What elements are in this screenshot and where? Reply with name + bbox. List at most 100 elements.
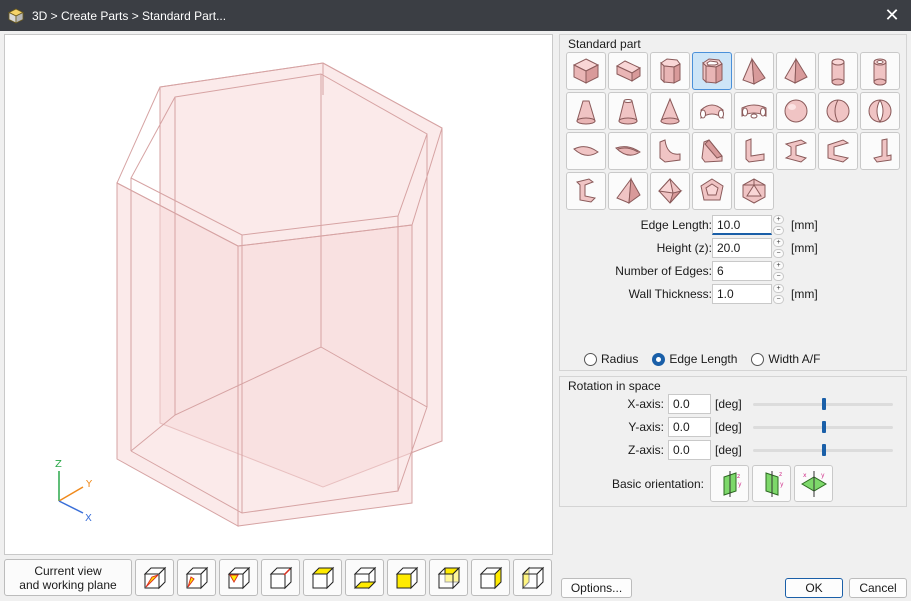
title-bar: 3D > Create Parts > Standard Part... ✕: [0, 0, 911, 31]
increment-icon[interactable]: +: [773, 261, 784, 270]
3d-viewport[interactable]: Z Y X: [4, 34, 553, 555]
part-cuboid-button[interactable]: [608, 52, 648, 90]
part-i-beam-button[interactable]: [776, 132, 816, 170]
wall-thickness-label: Wall Thickness:: [628, 287, 712, 301]
height-row: Height (z): 20.0 + − [mm]: [560, 238, 908, 258]
decrement-icon[interactable]: −: [773, 249, 784, 258]
orientation-xz-button[interactable]: zy: [710, 465, 749, 502]
pyramid-icon: [742, 57, 766, 85]
part-lens-button[interactable]: [566, 132, 606, 170]
pipe-tee-icon: [741, 104, 767, 119]
part-tube-button[interactable]: [860, 52, 900, 90]
number-of-edges-input[interactable]: 6: [712, 261, 772, 281]
close-icon[interactable]: ✕: [883, 6, 901, 24]
cone-icon: [660, 97, 680, 125]
x-axis-unit: [deg]: [715, 397, 742, 411]
svg-text:y: y: [738, 481, 742, 488]
part-prism-button[interactable]: [650, 52, 690, 90]
view-side-left-button[interactable]: [513, 559, 552, 596]
part-fillet-button[interactable]: [650, 132, 690, 170]
part-pyramid-frustum-button[interactable]: [734, 52, 774, 90]
part-hollow-prism-button[interactable]: [692, 52, 732, 90]
rotation-group: Rotation in space X-axis: 0.0 [deg] Y-ax…: [559, 376, 907, 507]
z-axis-label: Z-axis:: [628, 443, 664, 457]
y-axis-rotation-row: Y-axis: 0.0 [deg]: [560, 417, 908, 437]
radio-off-icon[interactable]: [584, 352, 597, 366]
part-hollow-cone-button[interactable]: [608, 92, 648, 130]
view-right-button[interactable]: [261, 559, 300, 596]
part-dish-button[interactable]: [608, 132, 648, 170]
view-working-plane-button[interactable]: [135, 559, 174, 596]
edge-length-row: Edge Length: 10.0 + − [mm]: [560, 215, 908, 235]
view-bottom-button[interactable]: [345, 559, 384, 596]
current-view-button[interactable]: Current view and working plane: [4, 559, 132, 596]
height-input[interactable]: 20.0: [712, 238, 772, 258]
decrement-icon[interactable]: −: [773, 226, 784, 235]
plane-yz-icon: zy: [765, 470, 784, 497]
view-side-right-button[interactable]: [471, 559, 510, 596]
height-spinner[interactable]: + −: [773, 238, 785, 258]
z-axis-input[interactable]: 0.0: [668, 440, 711, 460]
part-cylinder-button[interactable]: [818, 52, 858, 90]
part-cone-button[interactable]: [650, 92, 690, 130]
x-axis-rotation-row: X-axis: 0.0 [deg]: [560, 394, 908, 414]
view-front-left-button[interactable]: [177, 559, 216, 596]
part-spherical-shell-button[interactable]: [860, 92, 900, 130]
increment-icon[interactable]: +: [773, 215, 784, 224]
x-axis-slider-thumb[interactable]: [822, 398, 826, 410]
rotation-title: Rotation in space: [568, 379, 661, 393]
part-sphere-button[interactable]: [776, 92, 816, 130]
part-z-profile-button[interactable]: [860, 132, 900, 170]
orientation-yz-button[interactable]: zy: [752, 465, 791, 502]
standard-part-title: Standard part: [568, 37, 641, 51]
y-axis-input[interactable]: 0.0: [668, 417, 711, 437]
view-front-button[interactable]: [387, 559, 426, 596]
orientation-xy-button[interactable]: xy: [794, 465, 833, 502]
part-wedge-button[interactable]: [692, 132, 732, 170]
angle-profile-icon: [745, 138, 765, 163]
cuboid-shape-icon: [615, 60, 642, 82]
wall-thickness-spinner[interactable]: + −: [773, 284, 785, 304]
part-hemisphere-button[interactable]: [818, 92, 858, 130]
part-pipe-tee-button[interactable]: [734, 92, 774, 130]
view-top-left-button[interactable]: [219, 559, 258, 596]
part-t-profile-button[interactable]: [566, 172, 606, 210]
basic-orientation-buttons: zy zy xy: [710, 465, 833, 502]
edge-length-spinner[interactable]: + −: [773, 215, 785, 235]
radio-on-icon[interactable]: [652, 352, 666, 366]
part-cube-button[interactable]: [566, 52, 606, 90]
radius-radio-label: Radius: [601, 352, 639, 366]
number-of-edges-spinner[interactable]: + −: [773, 261, 785, 281]
part-pyramid-button[interactable]: [776, 52, 816, 90]
part-angle-button[interactable]: [734, 132, 774, 170]
decrement-icon[interactable]: −: [773, 272, 784, 281]
wall-thickness-input[interactable]: 1.0: [712, 284, 772, 304]
cancel-button[interactable]: Cancel: [849, 578, 907, 598]
radio-off-icon[interactable]: [751, 352, 765, 366]
part-pipe-elbow-button[interactable]: [692, 92, 732, 130]
width-af-radio[interactable]: Width A/F: [751, 352, 820, 366]
decrement-icon[interactable]: −: [773, 295, 784, 304]
view-back-button[interactable]: [429, 559, 468, 596]
view-top-button[interactable]: [303, 559, 342, 596]
part-dodecahedron-button[interactable]: [692, 172, 732, 210]
options-button[interactable]: Options...: [561, 578, 632, 598]
increment-icon[interactable]: +: [773, 238, 784, 247]
y-axis-unit: [deg]: [715, 420, 742, 434]
y-axis-slider-thumb[interactable]: [822, 421, 826, 433]
edge-length-input[interactable]: 10.0: [712, 215, 772, 235]
part-octahedron-button[interactable]: [650, 172, 690, 210]
increment-icon[interactable]: +: [773, 284, 784, 293]
ok-button[interactable]: OK: [785, 578, 843, 598]
radius-radio[interactable]: Radius: [584, 352, 638, 366]
part-tetrahedron-button[interactable]: [608, 172, 648, 210]
edge-length-radio[interactable]: Edge Length: [652, 352, 737, 366]
z-axis-slider-thumb[interactable]: [822, 444, 826, 456]
part-channel-button[interactable]: [818, 132, 858, 170]
part-cone-frustum-button[interactable]: [566, 92, 606, 130]
icosahedron-icon: [742, 178, 766, 204]
x-axis-input[interactable]: 0.0: [668, 394, 711, 414]
edge-length-label: Edge Length:: [640, 218, 712, 232]
tube-icon: [873, 58, 887, 86]
part-icosahedron-button[interactable]: [734, 172, 774, 210]
